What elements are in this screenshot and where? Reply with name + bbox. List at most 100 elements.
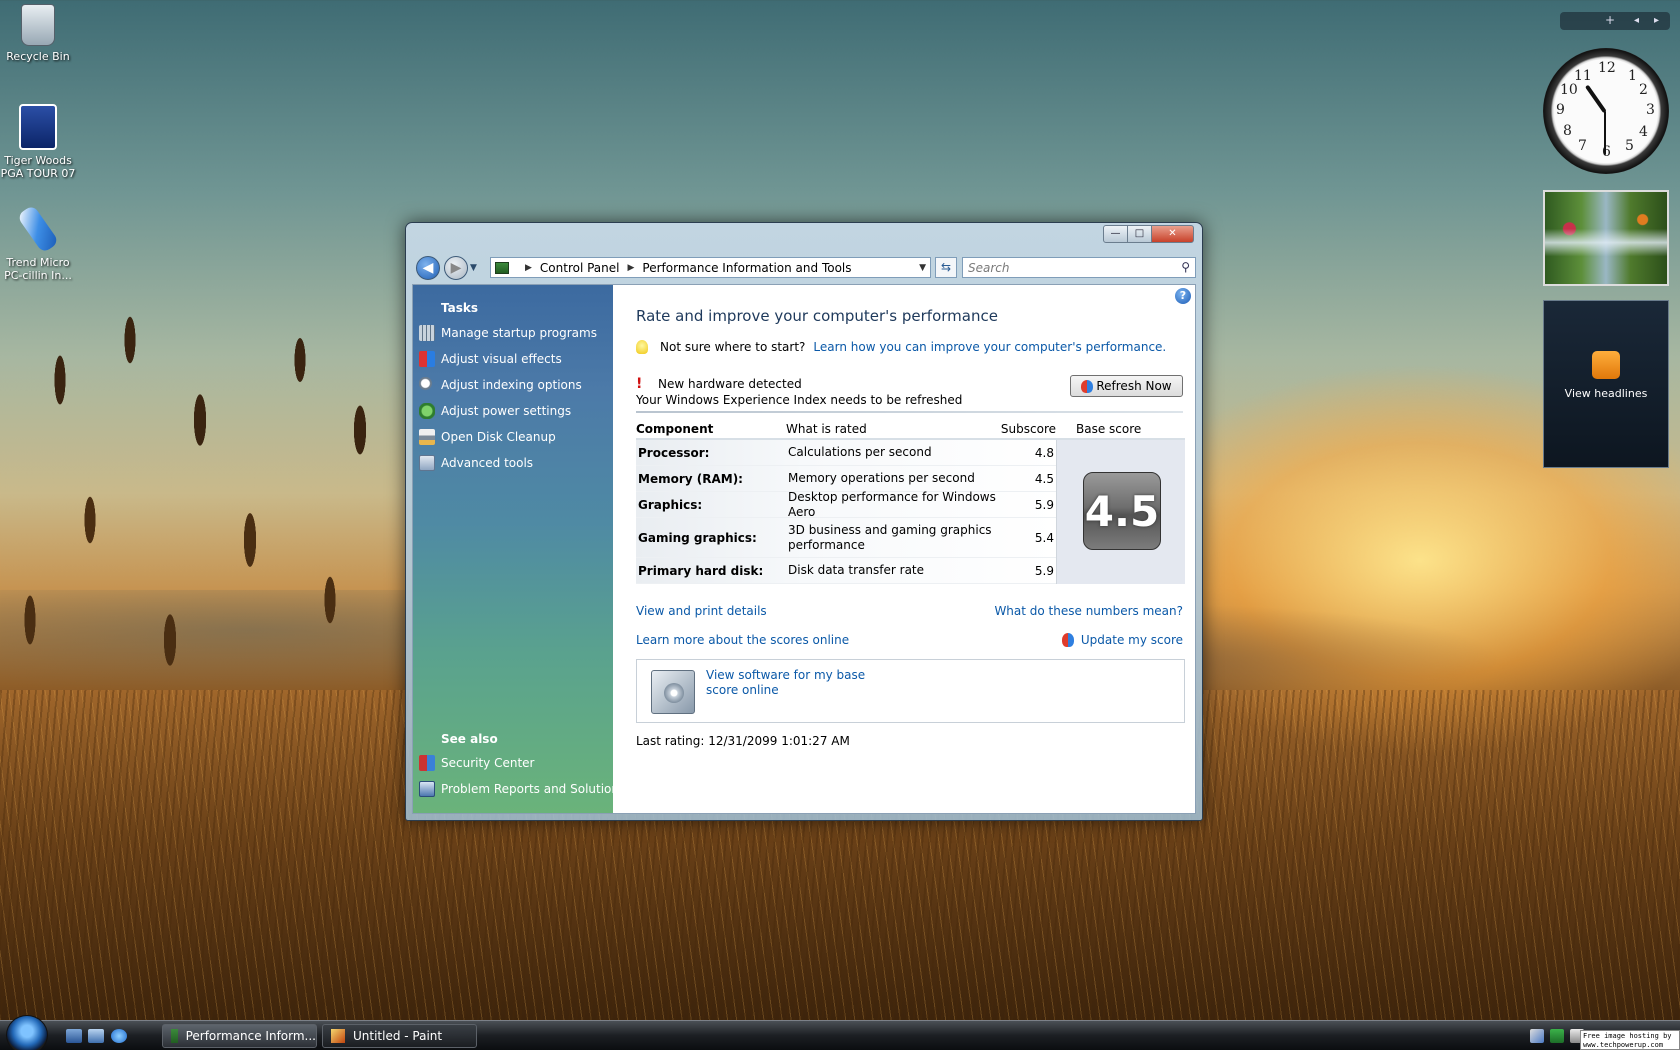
see-also-problem-reports[interactable]: Problem Reports and Solutions bbox=[419, 779, 625, 799]
learn-scores-online-link[interactable]: Learn more about the scores online bbox=[636, 633, 849, 647]
view-print-details-link[interactable]: View and print details bbox=[636, 604, 767, 618]
software-box-icon bbox=[651, 670, 695, 714]
view-software-link[interactable]: View software for my base score online bbox=[706, 668, 896, 698]
task-label: Open Disk Cleanup bbox=[441, 430, 556, 444]
breadcrumb-chevron-icon[interactable]: ▶ bbox=[525, 263, 532, 273]
refresh-now-label: Refresh Now bbox=[1096, 379, 1172, 393]
window-client-area: Tasks Manage startup programs Adjust vis… bbox=[412, 284, 1196, 814]
minimize-button[interactable]: — bbox=[1103, 225, 1128, 243]
alert-title: New hardware detected bbox=[658, 377, 802, 391]
address-dropdown-icon[interactable]: ▼ bbox=[919, 263, 926, 273]
uac-shield-icon bbox=[1061, 633, 1074, 647]
show-desktop-icon[interactable] bbox=[66, 1029, 82, 1043]
problem-reports-icon bbox=[419, 781, 435, 797]
uac-shield-icon bbox=[419, 351, 435, 367]
desktop-icon-label: Recycle Bin bbox=[6, 50, 70, 63]
taskbar: Performance Inform... Untitled - Paint bbox=[0, 1015, 1680, 1050]
task-advanced-tools[interactable]: Advanced tools bbox=[419, 453, 533, 473]
taskbar-button-paint[interactable]: Untitled - Paint bbox=[322, 1024, 477, 1048]
search-icon[interactable]: ⚲ bbox=[1181, 260, 1190, 274]
previous-gadget-button[interactable]: ◂ bbox=[1634, 15, 1639, 26]
next-gadget-button[interactable]: ▸ bbox=[1654, 15, 1659, 26]
forward-button[interactable]: ▶ bbox=[444, 256, 468, 280]
clock-number: 8 bbox=[1563, 123, 1572, 139]
task-power-settings[interactable]: Adjust power settings bbox=[419, 401, 571, 421]
pen-tray-icon[interactable] bbox=[1530, 1029, 1544, 1043]
task-label: Adjust visual effects bbox=[441, 352, 562, 366]
desktop-icon-tiger-woods[interactable]: Tiger Woods PGA TOUR 07 bbox=[0, 104, 76, 180]
score-table: Component What is rated Subscore Base sc… bbox=[636, 420, 1185, 584]
task-manage-startup[interactable]: Manage startup programs bbox=[419, 323, 597, 343]
breadcrumb-control-panel[interactable]: Control Panel bbox=[540, 261, 620, 275]
base-score-badge: 4.5 bbox=[1083, 472, 1161, 550]
hint-text: Not sure where to start? bbox=[660, 340, 806, 354]
numbers-meaning-link[interactable]: What do these numbers mean? bbox=[994, 604, 1183, 618]
watermark-line: Free image hosting by bbox=[1583, 1032, 1672, 1040]
switch-windows-icon[interactable] bbox=[88, 1029, 104, 1043]
add-gadget-button[interactable]: + bbox=[1605, 13, 1615, 27]
maximize-button[interactable]: □ bbox=[1127, 225, 1152, 243]
security-center-icon bbox=[419, 755, 435, 771]
slideshow-gadget[interactable] bbox=[1543, 190, 1669, 286]
back-button[interactable]: ◀ bbox=[416, 256, 440, 280]
improve-performance-link[interactable]: Learn how you can improve your computer'… bbox=[813, 340, 1166, 354]
table-row: Gaming graphics: 3D business and gaming … bbox=[636, 518, 1056, 558]
clock-hour-hand bbox=[1585, 84, 1607, 114]
row-what: Calculations per second bbox=[788, 445, 932, 459]
table-row: Processor: Calculations per second 4.8 bbox=[636, 440, 1056, 466]
close-button[interactable]: ✕ bbox=[1151, 225, 1194, 243]
internet-explorer-icon[interactable] bbox=[111, 1029, 127, 1043]
startup-programs-icon bbox=[419, 325, 435, 341]
wallpaper-reeds bbox=[0, 300, 420, 1000]
base-score-panel: 4.5 bbox=[1056, 440, 1185, 584]
desktop-icon-trend-micro[interactable]: Trend Micro PC-cillin In... bbox=[0, 204, 76, 282]
caption-buttons: — □ ✕ bbox=[1103, 225, 1194, 243]
row-component: Primary hard disk: bbox=[638, 563, 764, 578]
see-also-heading: See also bbox=[441, 732, 498, 746]
hint-row: Not sure where to start? Learn how you c… bbox=[636, 340, 1166, 354]
tiger-woods-icon bbox=[19, 104, 57, 150]
row-subscore: 5.4 bbox=[1034, 530, 1054, 545]
desktop-icon-recycle-bin[interactable]: Recycle Bin bbox=[0, 4, 76, 63]
recent-pages-dropdown[interactable]: ▼ bbox=[470, 263, 477, 273]
row-component: Gaming graphics: bbox=[638, 530, 757, 545]
clock-gadget[interactable]: 12 1 2 3 4 5 6 7 8 9 10 11 bbox=[1543, 48, 1669, 174]
refresh-now-button[interactable]: Refresh Now bbox=[1070, 375, 1183, 397]
uac-shield-icon bbox=[1081, 379, 1094, 393]
task-label: Adjust power settings bbox=[441, 404, 572, 418]
row-what: Disk data transfer rate bbox=[788, 563, 925, 577]
search-input[interactable]: Search ⚲ bbox=[962, 257, 1196, 278]
help-icon[interactable]: ? bbox=[1175, 288, 1191, 304]
taskbar-button-performance[interactable]: Performance Inform... bbox=[162, 1024, 317, 1048]
hosting-watermark: Free image hosting by www.techpowerup.co… bbox=[1580, 1030, 1680, 1050]
feed-headlines-gadget[interactable]: View headlines bbox=[1543, 300, 1669, 468]
clock-number: 9 bbox=[1556, 102, 1565, 118]
start-button[interactable] bbox=[6, 1015, 48, 1050]
address-bar[interactable]: ▶ Control Panel ▶ Performance Informatio… bbox=[490, 257, 931, 278]
clock-number: 11 bbox=[1574, 68, 1592, 84]
clock-number: 5 bbox=[1625, 138, 1634, 154]
lightbulb-icon bbox=[636, 340, 648, 354]
see-also-security-center[interactable]: Security Center bbox=[419, 753, 534, 773]
header-base-score: Base score bbox=[1076, 422, 1142, 436]
last-rating: Last rating: 12/31/2099 1:01:27 AM bbox=[636, 734, 850, 748]
breadcrumb-performance[interactable]: Performance Information and Tools bbox=[642, 261, 851, 275]
main-content: ? Rate and improve your computer's perfo… bbox=[613, 285, 1195, 813]
header-what-is-rated: What is rated bbox=[786, 422, 867, 436]
divider bbox=[636, 411, 1183, 413]
clock-number: 4 bbox=[1639, 124, 1648, 140]
power-icon bbox=[419, 403, 435, 419]
table-rows: Processor: Calculations per second 4.8 M… bbox=[636, 440, 1185, 584]
table-header: Component What is rated Subscore Base sc… bbox=[636, 420, 1185, 440]
desktop-icon-label: Tiger Woods PGA TOUR 07 bbox=[0, 154, 76, 180]
new-hardware-alert: ! New hardware detected Your Windows Expe… bbox=[636, 376, 962, 408]
task-indexing-options[interactable]: Adjust indexing options bbox=[419, 375, 582, 395]
taskbar-button-label: Untitled - Paint bbox=[353, 1029, 443, 1043]
breadcrumb-chevron-icon[interactable]: ▶ bbox=[628, 263, 635, 273]
task-disk-cleanup[interactable]: Open Disk Cleanup bbox=[419, 427, 556, 447]
network-tray-icon[interactable] bbox=[1550, 1029, 1564, 1043]
update-score-link[interactable]: Update my score bbox=[1061, 633, 1183, 647]
sidebar-toolbar: + ◂ ▸ bbox=[1560, 12, 1670, 30]
task-visual-effects[interactable]: Adjust visual effects bbox=[419, 349, 562, 369]
refresh-icon[interactable]: ⇆ bbox=[935, 257, 957, 278]
